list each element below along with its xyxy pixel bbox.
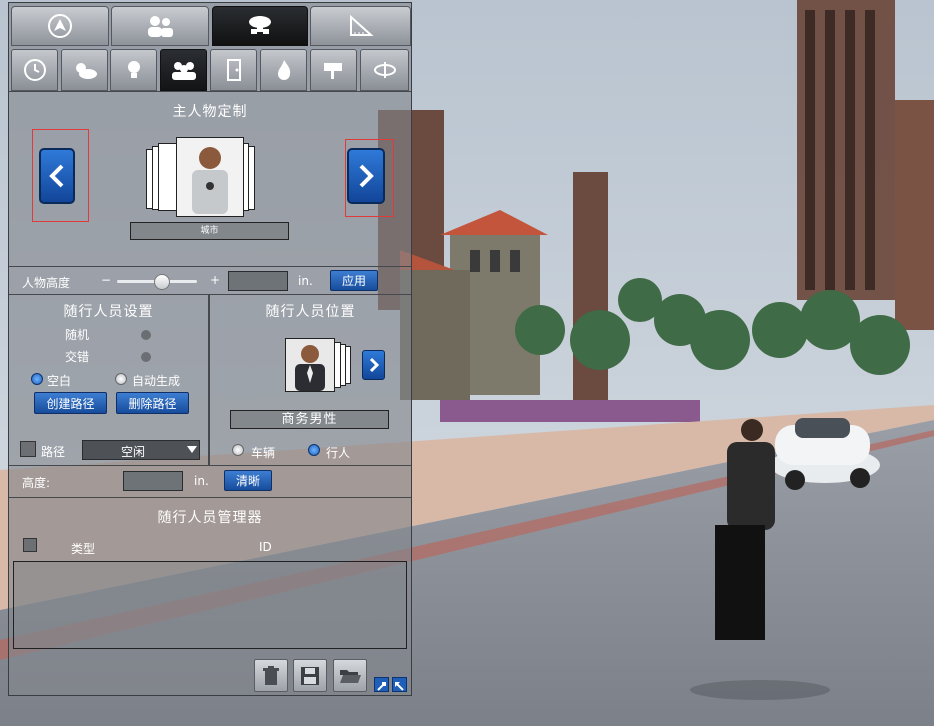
follower-name: 商务男性 (230, 410, 389, 429)
tab-navigation[interactable] (11, 6, 109, 46)
select-all-checkbox[interactable] (23, 538, 37, 552)
next-follower-button[interactable] (362, 350, 385, 380)
subtab-camera[interactable] (310, 49, 357, 91)
delete-path-button[interactable]: 删除路径 (116, 392, 189, 414)
people-settings-icon (148, 16, 173, 37)
resize-arrow-icon (395, 682, 404, 691)
vehicle-radio[interactable] (232, 444, 244, 456)
follower-list[interactable] (13, 561, 407, 649)
random-toggle[interactable] (141, 330, 151, 340)
apply-button[interactable]: 应用 (330, 270, 378, 291)
clock-icon (23, 59, 46, 81)
path-label: 路径 (41, 445, 66, 459)
height-decrease-button[interactable]: − (101, 273, 111, 287)
subtab-weather[interactable] (61, 49, 108, 91)
stagger-label: 交错 (65, 350, 90, 364)
door-icon (226, 59, 241, 81)
people-group-icon (171, 62, 196, 80)
main-character-name: 城市 (130, 222, 289, 240)
character-control-panel: 主人物定制 城市 人物高度 − + in. 应用 随行人员设置 随机 交错 空白… (8, 2, 412, 696)
path-select[interactable]: 空闲 (82, 440, 200, 460)
rotate-icon (373, 62, 396, 78)
navigation-icon (48, 14, 72, 38)
column-header-id[interactable]: ID (259, 540, 272, 554)
ruler-triangle-icon (349, 14, 374, 36)
path-checkbox[interactable] (20, 441, 36, 457)
next-character-button[interactable] (347, 148, 385, 204)
open-button[interactable] (333, 659, 367, 692)
subtab-rotate[interactable] (360, 49, 409, 91)
path-select-value: 空闲 (120, 445, 145, 459)
stagger-toggle[interactable] (141, 352, 151, 362)
height-input[interactable] (228, 271, 288, 291)
follower-settings-title: 随行人员设置 (63, 304, 154, 320)
subtab-door[interactable] (210, 49, 257, 91)
folder-open-icon (340, 669, 361, 683)
column-header-type[interactable]: 类型 (71, 540, 95, 557)
subtab-time[interactable] (11, 49, 58, 91)
follower-manager-title: 随行人员管理器 (157, 510, 263, 526)
clear-button[interactable]: 清晰 (224, 470, 272, 491)
security-camera-icon (323, 63, 342, 79)
light-bulb-icon (127, 61, 140, 78)
subtab-lighting[interactable] (110, 49, 157, 91)
create-path-button[interactable]: 创建路径 (34, 392, 107, 414)
vehicle-radio-label: 车辆 (251, 446, 276, 460)
auto-generate-label: 自动生成 (132, 374, 181, 388)
pedestrian-radio-label: 行人 (326, 446, 351, 460)
resize-button[interactable] (392, 677, 407, 692)
tab-cloud-network[interactable] (212, 6, 308, 46)
trash-icon (263, 665, 279, 685)
character-avatar-image (177, 138, 243, 216)
height-slider-thumb[interactable] (154, 274, 170, 290)
height-increase-button[interactable]: + (210, 273, 220, 287)
altitude-unit: in. (194, 474, 209, 488)
save-button[interactable] (293, 659, 327, 692)
pin-icon (377, 682, 386, 691)
chevron-left-icon (49, 164, 64, 188)
tab-measure[interactable] (310, 6, 411, 46)
height-label: 人物高度 (22, 276, 71, 290)
altitude-label: 高度: (22, 476, 51, 490)
weather-icon (75, 63, 97, 79)
tab-people-settings[interactable] (111, 6, 209, 46)
main-character-portrait[interactable] (176, 137, 244, 217)
follower-position-title: 随行人员位置 (265, 304, 356, 320)
subtab-people[interactable] (160, 49, 207, 91)
follower-avatar-image (286, 339, 334, 391)
follower-portrait[interactable] (285, 338, 335, 392)
main-character-title: 主人物定制 (172, 104, 248, 120)
prev-character-button[interactable] (39, 148, 75, 204)
subtab-fire[interactable] (260, 49, 307, 91)
chevron-down-icon (187, 446, 197, 453)
chevron-right-icon (369, 357, 379, 373)
delete-button[interactable] (254, 659, 288, 692)
random-label: 随机 (65, 328, 90, 342)
blank-radio[interactable] (31, 373, 43, 385)
fire-icon (277, 60, 290, 80)
blank-radio-label: 空白 (47, 374, 72, 388)
pedestrian-radio[interactable] (308, 444, 320, 456)
height-unit: in. (298, 274, 313, 288)
cloud-network-icon (249, 16, 271, 34)
chevron-right-icon (359, 164, 374, 188)
altitude-input[interactable] (123, 471, 183, 491)
auto-generate-radio[interactable] (115, 373, 127, 385)
save-icon (301, 666, 319, 685)
pin-button[interactable] (374, 677, 389, 692)
